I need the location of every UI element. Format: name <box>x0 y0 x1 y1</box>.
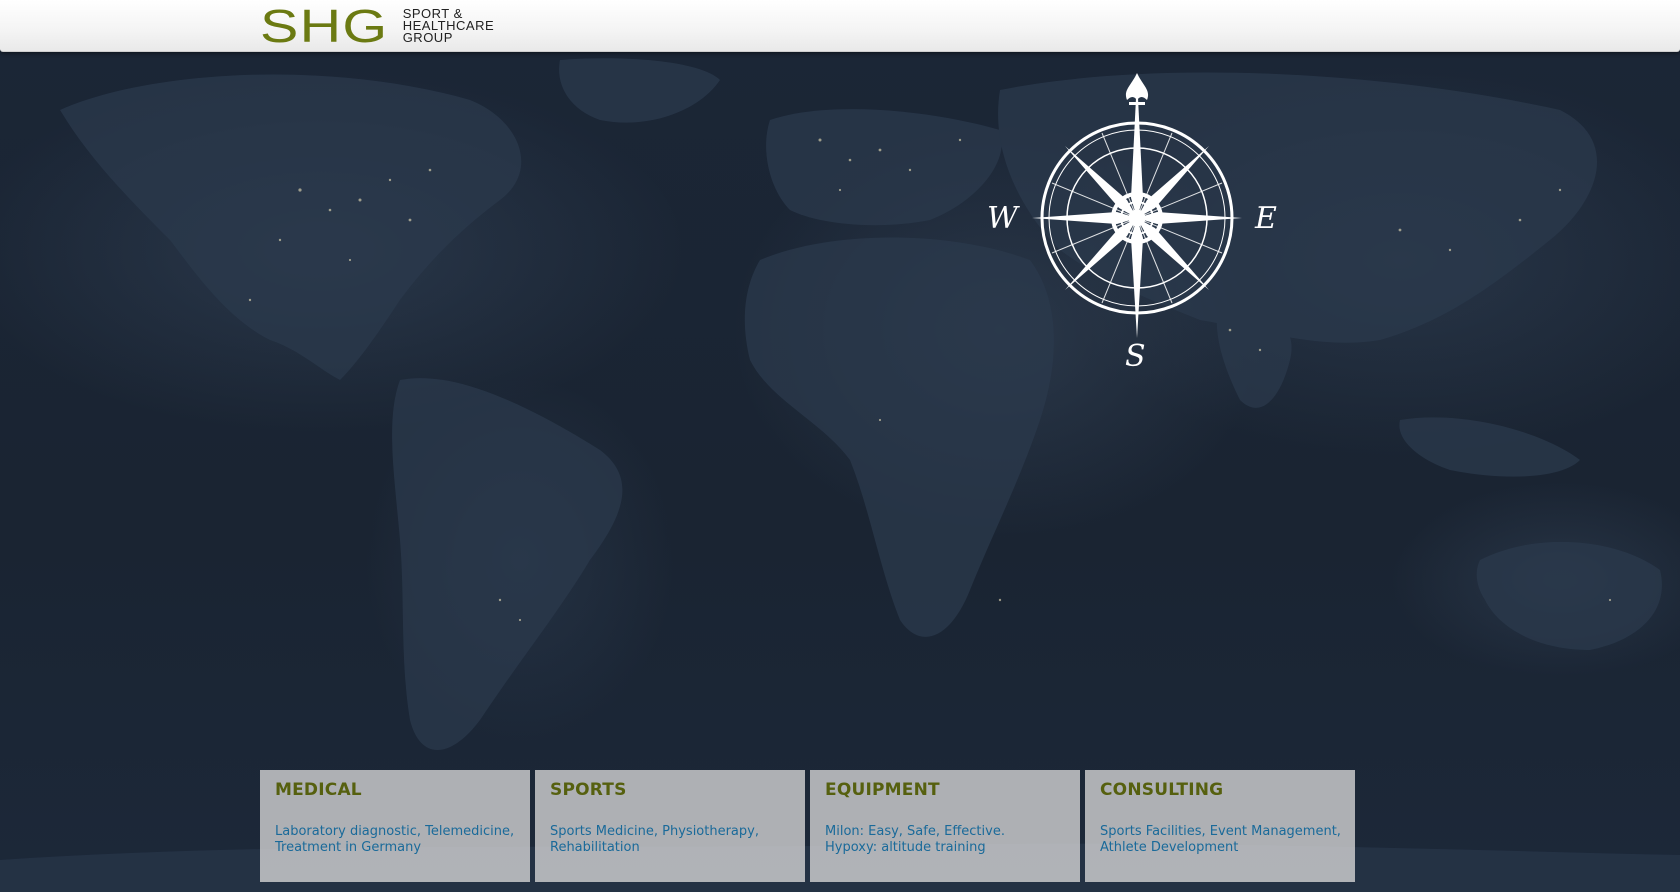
card-desc-line: Athlete Development <box>1100 840 1239 855</box>
card-title: EQUIPMENT <box>825 780 940 800</box>
logo-mark: SHG <box>260 0 389 52</box>
compass-south-label: S <box>1125 339 1146 368</box>
compass-west-label: W <box>987 201 1020 236</box>
card-equipment[interactable]: EQUIPMENT Milon: Easy, Safe, Effective. … <box>810 770 1080 882</box>
card-medical[interactable]: MEDICAL Laboratory diagnostic, Telemedic… <box>260 770 530 882</box>
card-description: Milon: Easy, Safe, Effective. Hypoxy: al… <box>825 824 1065 856</box>
compass-east-label: E <box>1254 201 1277 236</box>
card-consulting[interactable]: CONSULTING Sports Facilities, Event Mana… <box>1085 770 1355 882</box>
card-title: SPORTS <box>550 780 627 800</box>
card-description: Sports Medicine, Physiotherapy, Rehabili… <box>550 824 790 856</box>
card-desc-line: Milon: Easy, Safe, Effective. <box>825 824 1005 839</box>
card-title: CONSULTING <box>1100 780 1224 800</box>
card-title: MEDICAL <box>275 780 362 800</box>
card-desc-line: Treatment in Germany <box>275 840 422 855</box>
service-cards: MEDICAL Laboratory diagnostic, Telemedic… <box>260 770 1355 882</box>
site-header: SHG SPORT & HEALTHCARE GROUP <box>0 0 1680 52</box>
logo-text: SPORT & HEALTHCARE GROUP <box>403 4 494 44</box>
compass-rose-icon: W E S <box>987 73 1277 368</box>
shg-logo[interactable]: SHG SPORT & HEALTHCARE GROUP <box>260 0 494 52</box>
card-desc-line: Laboratory diagnostic, Telemedicine, <box>275 824 515 839</box>
logo-line-3: GROUP <box>402 30 453 45</box>
world-map-background <box>0 0 1680 892</box>
card-desc-line: Sports Medicine, Physiotherapy, <box>550 824 759 839</box>
card-sports[interactable]: SPORTS Sports Medicine, Physiotherapy, R… <box>535 770 805 882</box>
card-desc-line: Rehabilitation <box>550 840 640 855</box>
card-desc-line: Hypoxy: altitude training <box>825 840 986 855</box>
card-description: Sports Facilities, Event Management, Ath… <box>1100 824 1341 856</box>
card-desc-line: Sports Facilities, Event Management, <box>1100 824 1341 839</box>
card-description: Laboratory diagnostic, Telemedicine, Tre… <box>275 824 515 856</box>
